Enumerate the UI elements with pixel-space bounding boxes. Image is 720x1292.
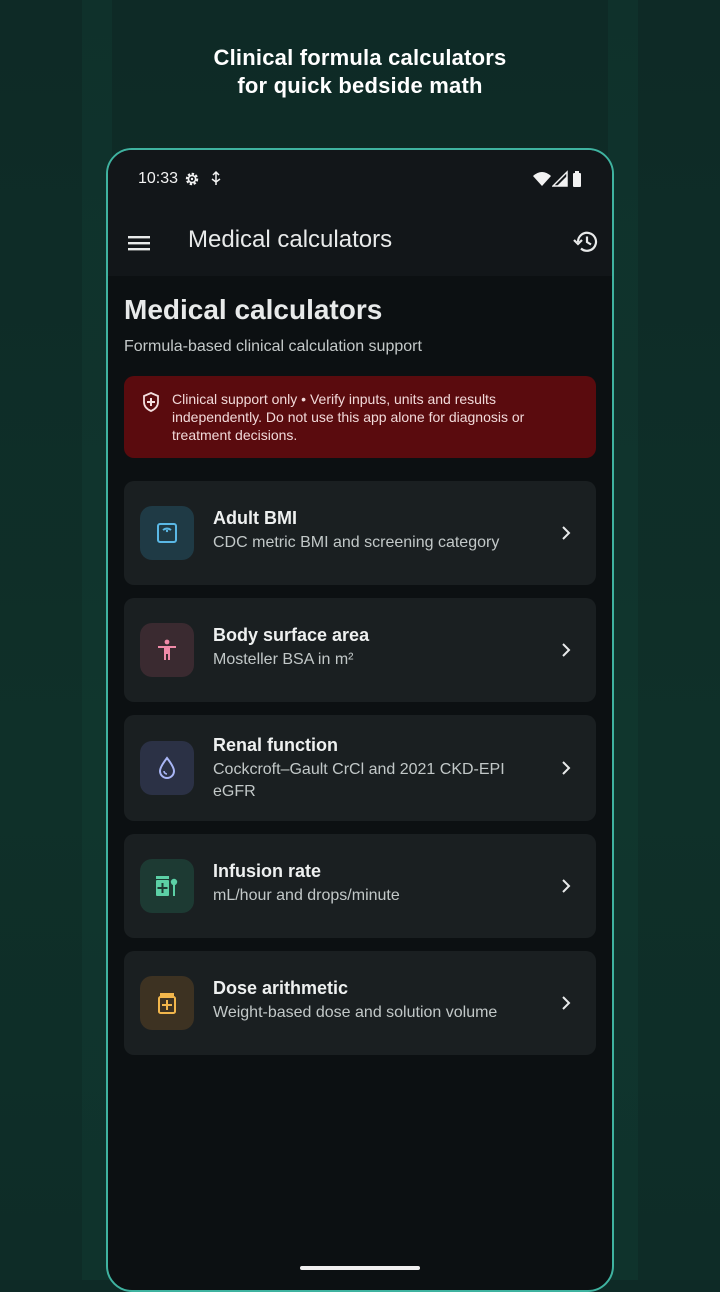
medication-icon: [158, 993, 176, 1014]
clinical-warning-banner: Clinical support only • Verify inputs, u…: [124, 376, 596, 458]
wifi-icon: [533, 172, 551, 186]
card-description: Weight-based dose and solution volume: [213, 1004, 498, 1021]
person-icon: [158, 639, 176, 660]
status-time: 10:33: [138, 170, 179, 187]
promo-headline-line2: for quick bedside math: [237, 73, 483, 98]
chevron-right-icon: [562, 996, 571, 1010]
usb-debug-icon: [211, 170, 221, 185]
app-bar: Medical calculators: [108, 210, 612, 276]
menu-icon[interactable]: [124, 228, 154, 258]
infusion-icon: [156, 876, 178, 896]
phone-frame: 10:33 Medical calculators Medical calcul…: [106, 148, 614, 1292]
card-title: Infusion rate: [213, 861, 322, 881]
calculator-card-infusion-rate[interactable]: Infusion rate mL/hour and drops/minute: [124, 834, 596, 938]
card-description: Cockcroft–Gault CrCl and 2021 CKD-EPI eG…: [213, 761, 505, 800]
app-bar-title: Medical calculators: [188, 226, 393, 253]
cellular-signal-icon: [552, 170, 568, 187]
card-icon-badge: [140, 976, 194, 1030]
calculator-card-dose-arithmetic[interactable]: Dose arithmetic Weight-based dose and so…: [124, 951, 596, 1055]
warning-text: Clinical support only • Verify inputs, u…: [172, 391, 525, 443]
promo-headline-line1: Clinical formula calculators: [213, 45, 507, 70]
settings-gear-icon: [185, 172, 199, 186]
calculator-card-renal-function[interactable]: Renal function Cockcroft–Gault CrCl and …: [124, 715, 596, 821]
chevron-right-icon: [562, 643, 571, 657]
card-description: CDC metric BMI and screening category: [213, 534, 500, 551]
chevron-right-icon: [562, 526, 571, 540]
chevron-right-icon: [562, 879, 571, 893]
drop-icon: [158, 756, 176, 779]
shield-plus-icon: [143, 392, 159, 412]
chevron-right-icon: [562, 761, 571, 775]
card-title: Dose arithmetic: [213, 978, 349, 998]
calculator-card-adult-bmi[interactable]: Adult BMI CDC metric BMI and screening c…: [124, 481, 596, 585]
card-icon-badge: [140, 506, 194, 560]
card-description: mL/hour and drops/minute: [213, 887, 400, 904]
home-indicator[interactable]: [300, 1266, 420, 1270]
card-icon-badge: [140, 859, 194, 913]
card-title: Renal function: [213, 735, 338, 755]
page-title: Medical calculators: [124, 294, 383, 325]
scale-icon: [157, 523, 177, 543]
card-title: Adult BMI: [213, 508, 297, 528]
page-subtitle: Formula-based clinical calculation suppo…: [124, 338, 422, 355]
calculator-card-body-surface-area[interactable]: Body surface area Mosteller BSA in m²: [124, 598, 596, 702]
card-icon-badge: [140, 741, 194, 795]
card-icon-badge: [140, 623, 194, 677]
history-icon[interactable]: [572, 227, 602, 257]
card-description: Mosteller BSA in m²: [213, 651, 354, 668]
battery-icon: [573, 171, 581, 187]
status-bar: 10:33: [108, 150, 612, 210]
card-title: Body surface area: [213, 625, 370, 645]
promo-headline: Clinical formula calculators for quick b…: [0, 44, 720, 100]
